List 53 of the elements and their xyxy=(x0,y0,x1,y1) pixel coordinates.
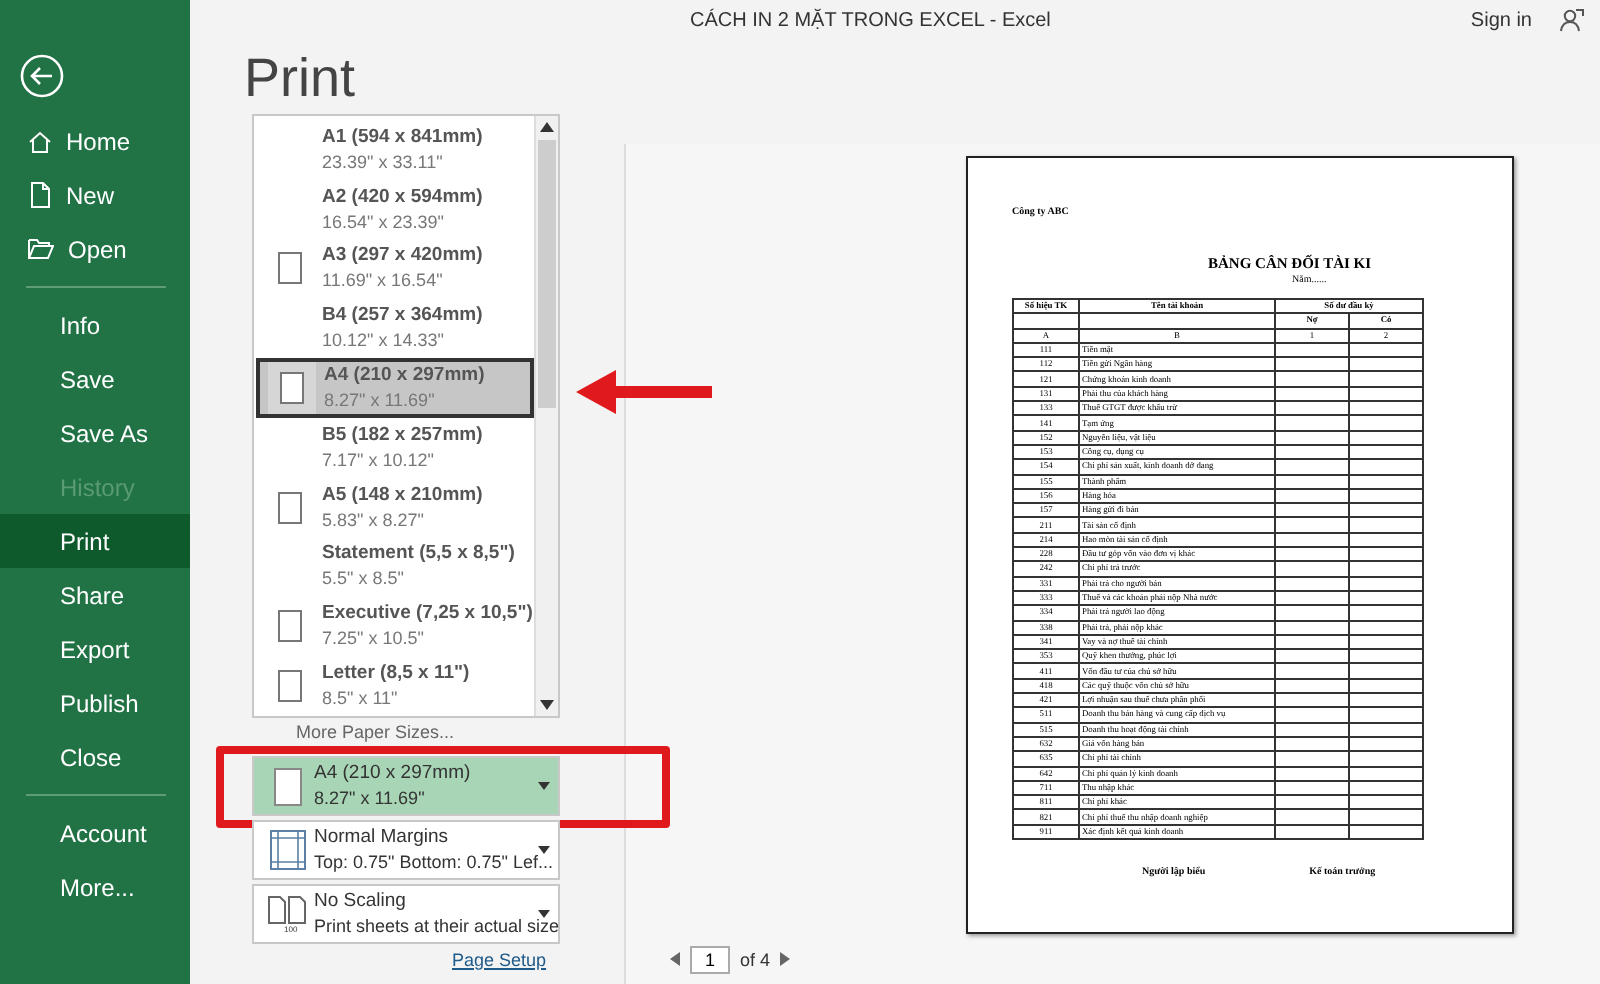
caret-icon xyxy=(538,782,550,790)
sidebar-item[interactable]: Info xyxy=(0,298,190,352)
margins-icon xyxy=(270,830,306,870)
home-icon xyxy=(28,129,52,153)
paper-size-option[interactable]: B4 (257 x 364mm) 10.12" x 14.33" xyxy=(254,298,534,359)
page-icon xyxy=(274,767,302,805)
paper-size-option[interactable]: Executive (7,25 x 10,5") 7.25" x 10.5" xyxy=(254,596,534,657)
sidebar-item[interactable]: New xyxy=(0,168,190,222)
pointer-arrow xyxy=(576,370,712,414)
print-setting-dropdown[interactable]: Normal Margins Top: 0.75" Bottom: 0.75" Lef... xyxy=(252,820,560,880)
paper-size-option[interactable]: A2 (420 x 594mm) 16.54" x 23.39" xyxy=(254,179,534,240)
caret-icon xyxy=(538,910,550,918)
scroll-up-icon[interactable] xyxy=(540,122,554,132)
page-number-field[interactable]: 1 xyxy=(690,945,730,973)
page-count: of 4 xyxy=(740,949,771,969)
sidebar-item[interactable]: Print xyxy=(0,514,190,568)
page-icon xyxy=(278,670,302,703)
print-setting-dropdown[interactable]: A4 (210 x 297mm) 8.27" x 11.69" xyxy=(252,756,560,816)
next-page-icon[interactable] xyxy=(780,952,791,966)
paper-size-option[interactable]: B5 (182 x 257mm) 7.17" x 10.12" xyxy=(254,417,534,478)
sidebar-item[interactable]: Save xyxy=(0,352,190,406)
back-icon[interactable] xyxy=(20,54,64,98)
person-icon[interactable] xyxy=(1560,8,1584,32)
paper-size-option[interactable]: Statement (5,5 x 8,5") 5.5" x 8.5" xyxy=(254,537,534,597)
paper-size-option[interactable]: A3 (297 x 420mm) 11.69" x 16.54" xyxy=(254,239,534,299)
paper-size-option[interactable]: A5 (148 x 210mm) 5.83" x 8.27" xyxy=(254,477,534,538)
previous-page-icon[interactable] xyxy=(670,952,680,966)
paper-size-option[interactable]: A4 (210 x 297mm) 8.27" x 11.69" xyxy=(256,358,534,418)
sidebar-item[interactable]: Account xyxy=(0,806,190,860)
folder-icon xyxy=(28,238,54,260)
sign-in-link[interactable]: Sign in xyxy=(1470,9,1532,31)
page-heading: Print xyxy=(244,48,358,110)
sidebar-item[interactable]: Share xyxy=(0,568,190,622)
scrollbar[interactable] xyxy=(534,116,558,716)
page-icon xyxy=(280,372,304,405)
window-title: CÁCH IN 2 MẶT TRONG EXCEL - Excel xyxy=(688,9,1053,31)
sidebar-item[interactable]: Close xyxy=(0,730,190,784)
sidebar-item[interactable]: More... xyxy=(0,860,190,914)
page-icon xyxy=(278,252,302,285)
sidebar-item[interactable]: Save As xyxy=(0,406,190,460)
paper-size-option[interactable]: A1 (594 x 841mm) 23.39" x 33.11" xyxy=(254,120,534,180)
sidebar-item[interactable]: Open xyxy=(0,222,190,276)
caret-icon xyxy=(538,846,550,854)
sidebar-item[interactable]: Export xyxy=(0,622,190,676)
page-icon xyxy=(278,610,302,643)
sidebar-item[interactable]: Publish xyxy=(0,676,190,730)
page-icon xyxy=(278,491,302,524)
more-paper-sizes-link[interactable]: More Paper Sizes... xyxy=(296,722,455,744)
sidebar-item[interactable]: Home xyxy=(0,114,190,168)
document-icon xyxy=(28,182,52,208)
page-setup-link[interactable]: Page Setup xyxy=(452,950,547,970)
paper-size-option[interactable]: Letter (8,5 x 11") 8.5" x 11" xyxy=(254,656,534,716)
scroll-down-icon[interactable] xyxy=(540,700,554,710)
